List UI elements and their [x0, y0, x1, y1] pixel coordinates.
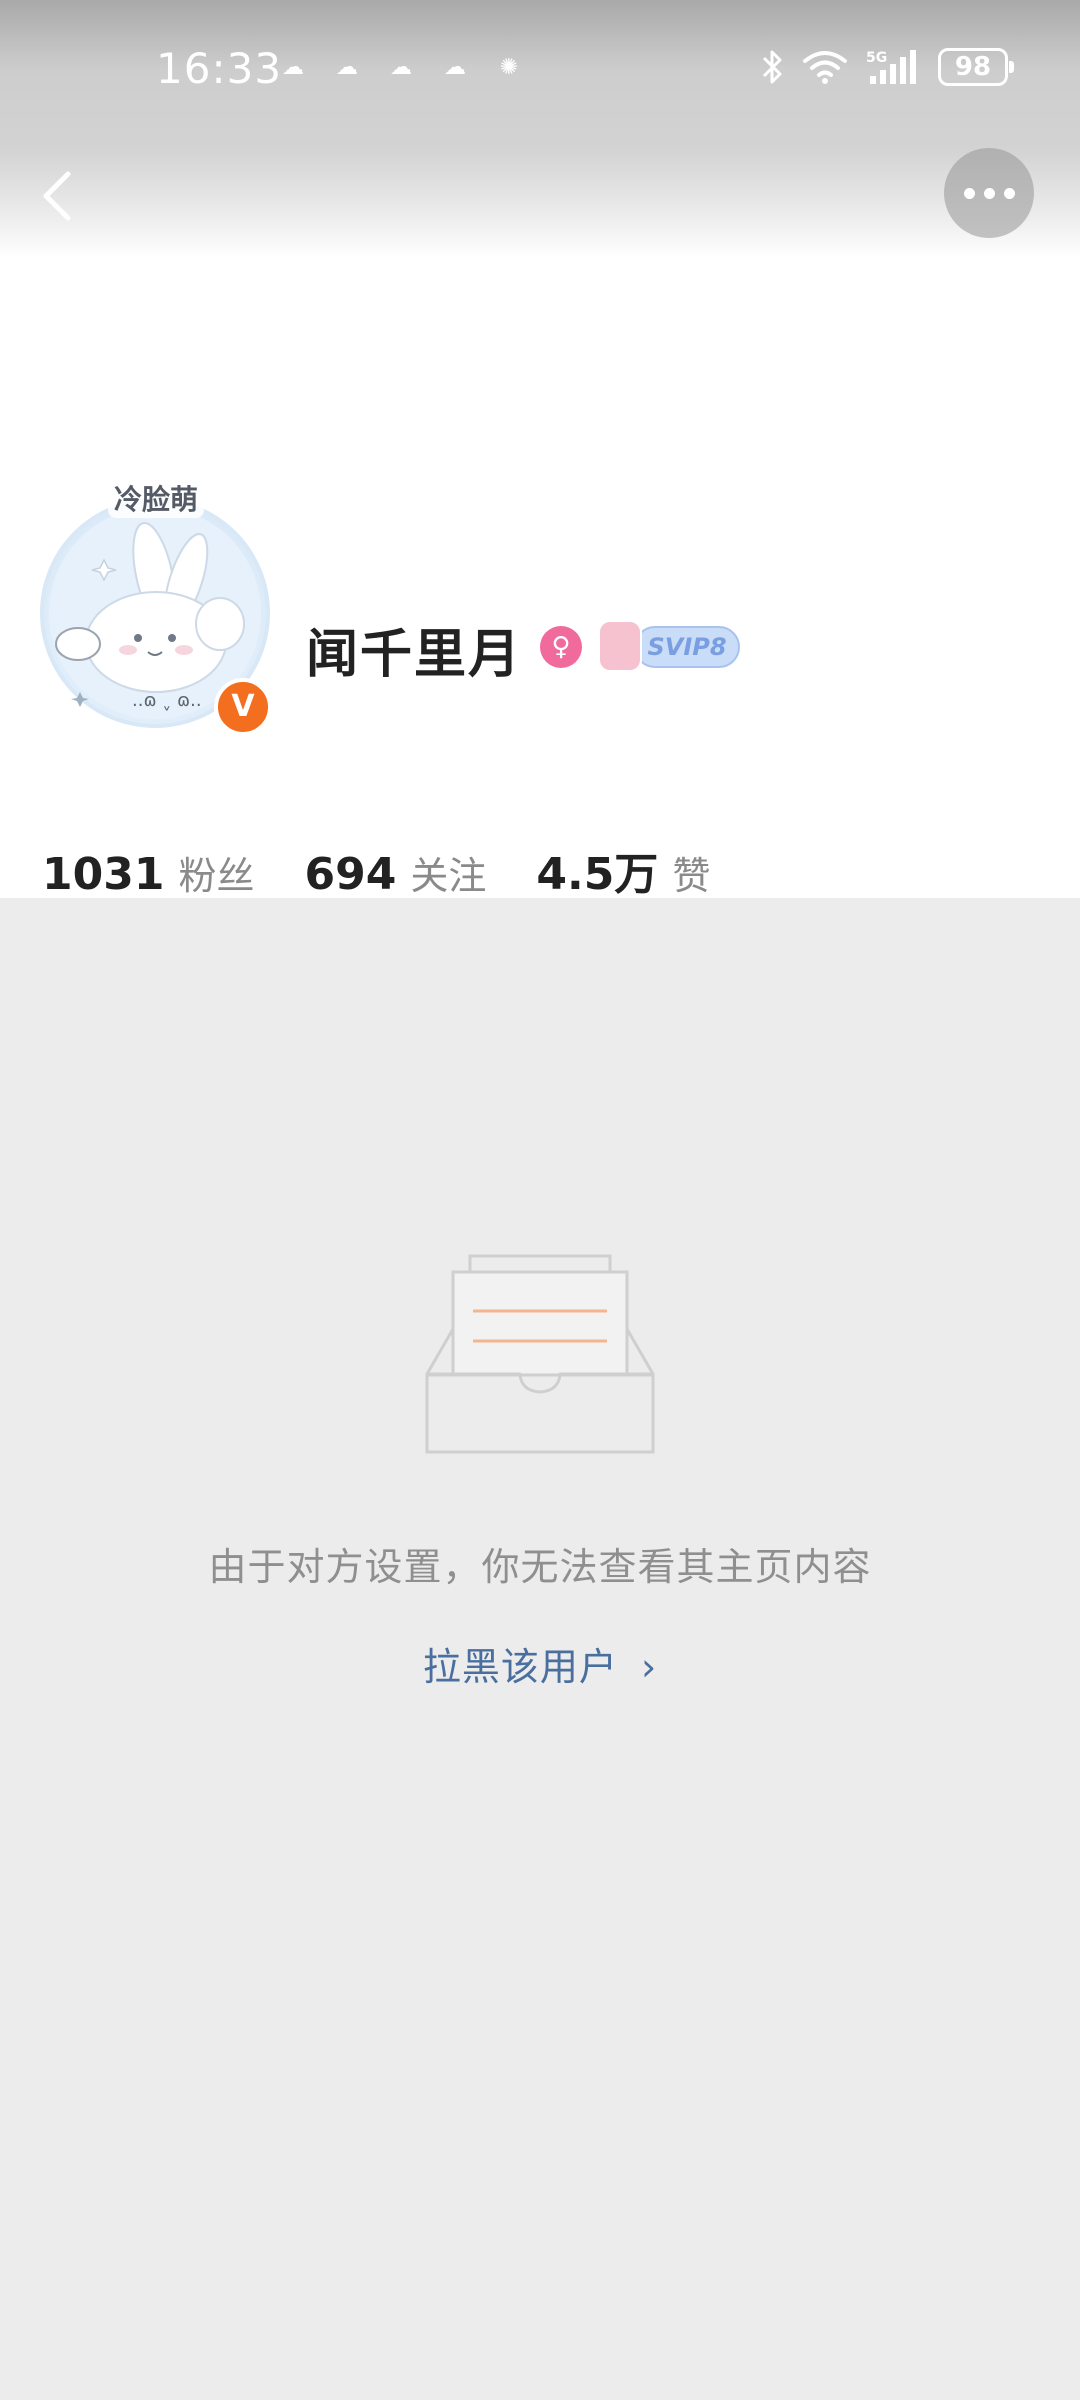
verified-badge: V — [214, 678, 272, 736]
more-dot — [963, 187, 975, 199]
cloud-icon: ☁ — [336, 55, 358, 80]
bluetooth-icon — [762, 50, 782, 84]
wifi-icon — [803, 51, 847, 84]
vip-level-label: SVIP8 — [634, 626, 740, 668]
cellular-signal-icon: 5G — [866, 50, 916, 84]
stat-label: 赞 — [672, 854, 711, 898]
avatar-caption: 冷脸萌 — [108, 478, 205, 518]
profile-stats: 1031 粉丝 694 关注 4.5万 赞 — [42, 838, 760, 902]
more-options-button[interactable] — [944, 148, 1034, 238]
stat-likes[interactable]: 4.5万 赞 — [536, 838, 710, 902]
svg-text:..ɷ ˬ ɷ..: ..ɷ ˬ ɷ.. — [132, 690, 202, 711]
stat-following[interactable]: 694 关注 — [304, 845, 486, 900]
sun-icon: ✺ — [499, 55, 519, 80]
system-indicators: 5G 98 — [760, 48, 1014, 86]
status-bar: 16:33 ☁ ☁ ☁ ☁ ✺ 5G 98 — [0, 0, 1080, 140]
stat-label: 粉丝 — [178, 854, 255, 898]
profile-header: 16:33 ☁ ☁ ☁ ☁ ✺ 5G 98 ..ɷ ˬ ɷ.. 冷脸萌 V 闻千… — [0, 0, 1080, 900]
profile-page: 16:33 ☁ ☁ ☁ ☁ ✺ 5G 98 ..ɷ ˬ ɷ.. 冷脸萌 V 闻千… — [0, 0, 1080, 2400]
status-time: 16:33 — [156, 44, 283, 93]
username: 闻千里月 — [306, 625, 523, 685]
battery-indicator: 98 — [938, 48, 1014, 86]
stat-value: 1031 — [42, 849, 165, 900]
stat-value: 694 — [304, 849, 397, 900]
empty-inbox-icon — [425, 1254, 655, 1454]
chevron-left-icon — [43, 171, 71, 221]
vip-badge[interactable]: SVIP8 — [598, 620, 742, 672]
more-dot — [1003, 187, 1015, 199]
notification-icons: ☁ ☁ ☁ ☁ ✺ — [280, 56, 522, 80]
cloud-icon: ☁ — [444, 55, 466, 80]
chevron-right-icon: › — [640, 1645, 658, 1689]
stat-followers[interactable]: 1031 粉丝 — [42, 845, 254, 900]
more-dot — [983, 187, 995, 199]
back-button[interactable] — [30, 160, 90, 230]
bear-icon — [598, 620, 642, 672]
stat-value: 4.5万 — [536, 849, 659, 900]
block-user-label: 拉黑该用户 — [422, 1645, 618, 1689]
network-type-label: 5G — [866, 50, 887, 66]
block-user-link[interactable]: 拉黑该用户 › — [0, 1636, 1080, 1691]
stat-label: 关注 — [410, 854, 487, 898]
empty-state-message: 由于对方设置，你无法查看其主页内容 — [208, 1545, 872, 1589]
cloud-icon: ☁ — [282, 55, 304, 80]
cloud-icon: ☁ — [390, 55, 412, 80]
female-icon: ♀ — [540, 626, 582, 668]
